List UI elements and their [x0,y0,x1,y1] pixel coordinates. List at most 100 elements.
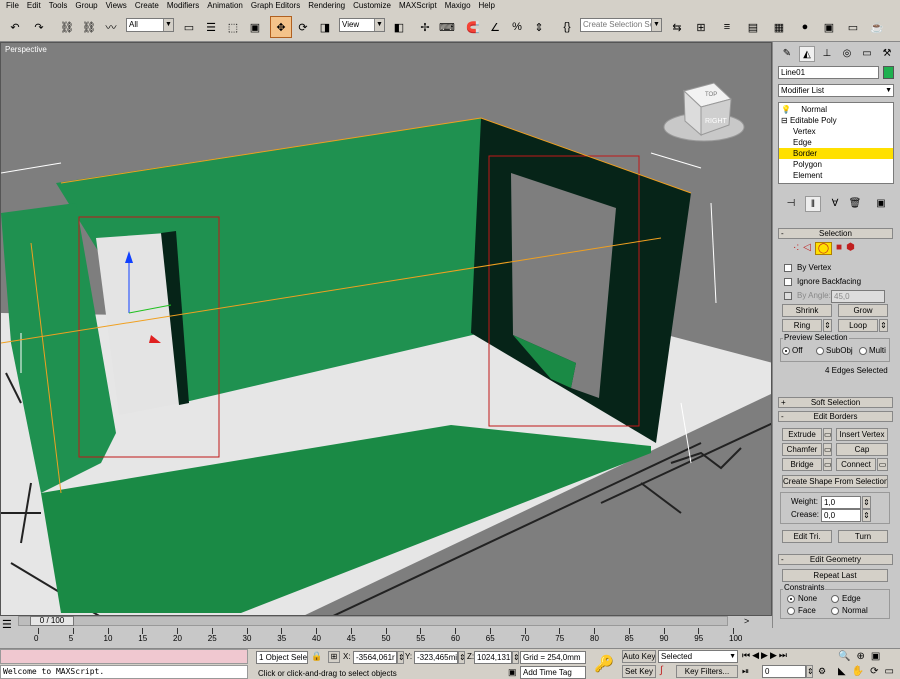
by-vertex-checkbox[interactable] [784,264,792,272]
stack-item-element[interactable]: Element [793,170,900,181]
object-name-field[interactable]: Line01 [778,66,879,79]
set-keys-key-icon[interactable]: 🔑 [594,654,614,674]
constraint-normal-radio[interactable] [831,607,839,615]
track-bar[interactable]: 0 5 10 15 20 25 30 35 40 45 50 55 60 65 70 75 80 85 90 95 10… [34,628,742,646]
configure-sets-icon[interactable]: ▣ [873,196,889,212]
crease-spinner[interactable]: ⇕ [862,509,871,522]
menu-graph-editors[interactable]: Graph Editors [247,0,304,12]
menu-file[interactable]: File [2,0,23,12]
select-and-manipulate-icon[interactable]: ✢ [414,16,436,38]
weight-input[interactable]: 1,0 [821,496,861,509]
constraint-none-radio[interactable] [787,595,795,603]
stack-item-border[interactable]: Border [779,148,893,159]
window-crossing-icon[interactable]: ▣ [244,16,266,38]
pin-stack-icon[interactable]: ⊣ [783,196,799,212]
extrude-settings-icon[interactable]: ▭ [823,428,832,441]
stack-item-edge[interactable]: Edge [793,137,900,148]
preview-multi-radio[interactable] [859,347,867,355]
edge-subobject-icon[interactable]: ◁ [803,242,811,255]
display-tab-icon[interactable]: ▭ [859,46,875,62]
edit-tri-button[interactable]: Edit Tri. [782,530,832,543]
preview-subobj-radio[interactable] [816,347,824,355]
menu-maxscript[interactable]: MAXScript [395,0,441,12]
curve-editor-icon[interactable]: ▤ [742,16,764,38]
reference-coordinate-dropdown[interactable]: View ▼ [339,18,385,32]
create-tab-icon[interactable]: ✎ [779,46,795,62]
unlink-icon[interactable]: ⛓ [78,16,100,38]
selection-filter-dropdown[interactable]: All ▼ [126,18,174,32]
named-selection-sets-dropdown[interactable]: Create Selection Set ▼ [580,18,662,32]
select-and-move-icon[interactable]: ✥ [270,16,292,38]
chamfer-button[interactable]: Chamfer [782,443,822,456]
key-filters-button[interactable]: Key Filters... [676,665,738,678]
orbit-icon[interactable]: ⟳ [870,666,878,677]
turn-button[interactable]: Turn [838,530,888,543]
slider-next-icon[interactable]: > [744,616,749,626]
stack-item-normal[interactable]: 💡 Normal [781,104,894,115]
bridge-button[interactable]: Bridge [782,458,822,471]
zoom-icon[interactable]: 🔍 [838,651,850,662]
selection-rollout-header[interactable]: - Selection [778,228,893,239]
vertex-subobject-icon[interactable]: ·: [793,242,799,255]
select-and-link-icon[interactable]: ⛓ [56,16,78,38]
stack-item-polygon[interactable]: Polygon [793,159,900,170]
go-to-end-icon[interactable]: ⏭ [779,650,787,661]
edit-borders-rollout-header[interactable]: - Edit Borders [778,411,893,422]
key-mode-toggle-icon[interactable]: ⏯ [742,666,749,677]
render-setup-icon[interactable]: ▣ [818,16,840,38]
field-of-view-icon[interactable]: ◣ [838,666,846,677]
undo-icon[interactable]: ↶ [4,16,26,38]
maximize-viewport-icon[interactable]: ▭ [885,666,894,677]
play-icon[interactable]: ▶ [761,650,768,661]
z-coord-spinner[interactable]: ⇕ [512,651,519,664]
soft-selection-rollout-header[interactable]: + Soft Selection [778,397,893,408]
remove-modifier-icon[interactable]: 🗑 [847,196,863,212]
extrude-button[interactable]: Extrude [782,428,822,441]
angle-snap-icon[interactable]: ∠ [484,16,506,38]
key-mode-dropdown[interactable]: Selected ▼ [658,650,738,663]
grow-button[interactable]: Grow [838,304,888,317]
redo-icon[interactable]: ↷ [28,16,50,38]
edit-geometry-rollout-header[interactable]: - Edit Geometry [778,554,893,565]
spinner-snap-icon[interactable]: ⇕ [528,16,550,38]
toggle-trackbar-icon[interactable]: ☰ [2,618,12,631]
motion-tab-icon[interactable]: ◎ [839,46,855,62]
preview-off-radio[interactable] [782,347,790,355]
menu-customize[interactable]: Customize [349,0,395,12]
crease-input[interactable]: 0,0 [821,509,861,522]
viewport-label[interactable]: Perspective [5,45,47,54]
menu-maxigo[interactable]: Maxigo [441,0,475,12]
menu-create[interactable]: Create [131,0,163,12]
y-coord-input[interactable]: -323,465mi [414,651,458,664]
menu-tools[interactable]: Tools [45,0,72,12]
shrink-button[interactable]: Shrink [782,304,832,317]
create-shape-from-selection-button[interactable]: Create Shape From Selection [782,475,888,488]
element-subobject-icon[interactable]: ⬢ [846,242,855,255]
perspective-viewport[interactable]: TOP RIGHT Perspective [0,42,772,616]
polygon-subobject-icon[interactable]: ■ [836,242,842,255]
show-end-result-icon[interactable]: ‖ [805,196,821,212]
select-object-icon[interactable]: ▭ [178,16,200,38]
time-configuration-icon[interactable]: ⚙ [818,666,826,677]
modify-tab-icon[interactable]: ◭ [799,46,815,62]
pan-view-icon[interactable]: ✋ [852,666,864,677]
go-to-start-icon[interactable]: ⏮ [742,650,750,661]
select-and-scale-icon[interactable]: ◨ [314,16,336,38]
ring-button[interactable]: Ring [782,319,822,332]
ring-spinner[interactable]: ⇕ [823,319,832,332]
align-icon[interactable]: ⊞ [690,16,712,38]
bridge-settings-icon[interactable]: ▭ [823,458,832,471]
x-coord-spinner[interactable]: ⇕ [397,651,404,664]
zoom-all-icon[interactable]: ⊕ [856,651,864,662]
hierarchy-tab-icon[interactable]: ⊥ [819,46,835,62]
select-by-name-icon[interactable]: ☰ [200,16,222,38]
keyboard-shortcut-override-icon[interactable]: ⌨ [436,16,458,38]
rendered-frame-window-icon[interactable]: ▭ [842,16,864,38]
maxscript-output[interactable]: Welcome to MAXScript. [0,665,248,679]
menu-edit[interactable]: Edit [23,0,45,12]
menu-modifiers[interactable]: Modifiers [163,0,203,12]
current-frame-spinner[interactable]: ⇕ [806,665,813,678]
pivot-center-icon[interactable]: ◧ [388,16,410,38]
default-in-out-tangents-icon[interactable]: ∫ [660,665,663,676]
stack-item-editable-poly[interactable]: ⊟ Editable Poly [781,115,894,126]
